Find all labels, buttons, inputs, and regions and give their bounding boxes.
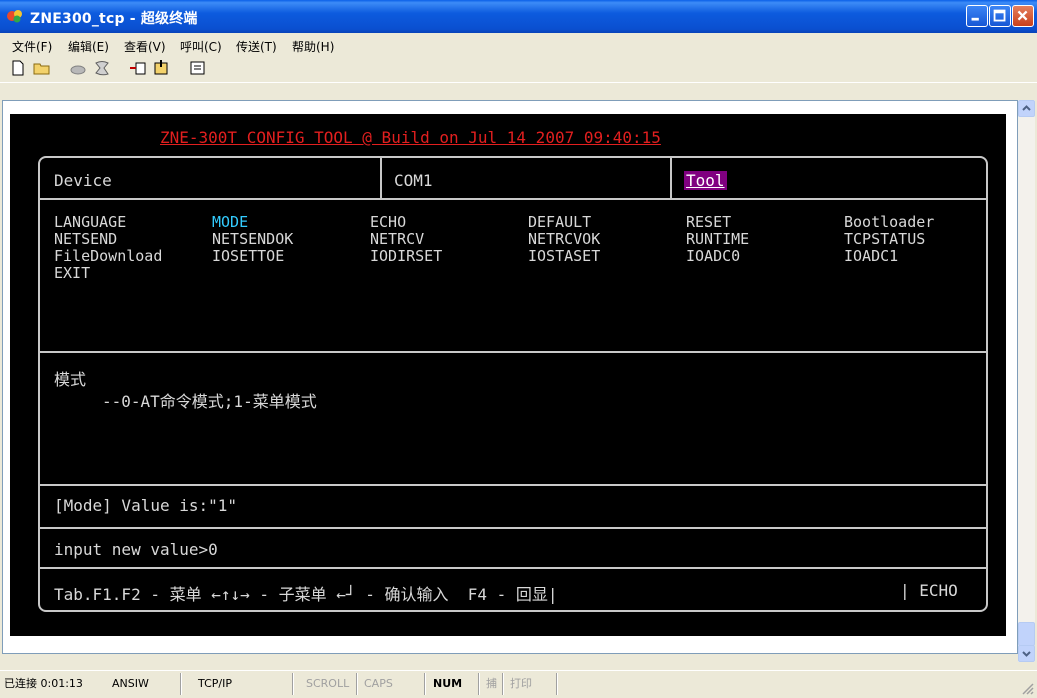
status-separator xyxy=(180,673,182,695)
disconnect-icon[interactable] xyxy=(92,58,112,78)
status-separator xyxy=(424,673,426,695)
chevron-down-icon xyxy=(1022,651,1031,657)
title-bar[interactable]: ZNE300_tcp - 超级终端 xyxy=(0,0,1037,33)
maximize-button[interactable] xyxy=(989,5,1011,27)
scroll-up-button[interactable] xyxy=(1018,100,1035,117)
scroll-lock-status: SCROLL xyxy=(306,677,350,690)
tool-item-bootloader[interactable]: Bootloader xyxy=(844,214,934,231)
tool-item-filedownload[interactable]: FileDownload xyxy=(54,248,162,265)
status-separator xyxy=(502,673,504,695)
minimize-icon xyxy=(971,17,979,21)
tool-item-netrcvok[interactable]: NETRCVOK xyxy=(528,231,600,248)
tab-device[interactable]: Device xyxy=(54,171,112,190)
menu-edit[interactable]: 编辑(E) xyxy=(68,38,109,55)
key-help-line: Tab.F1.F2 - 菜单 ←↑↓→ - 子菜单 ←┘ - 确认输入 F4 -… xyxy=(54,585,558,604)
current-value-line: [Mode] Value is:"1" xyxy=(54,496,238,515)
num-lock-status: NUM xyxy=(433,677,463,690)
status-bar: 已连接 0:01:13 ANSIW TCP/IP SCROLL CAPS NUM… xyxy=(0,670,1037,698)
print-echo-status: 打印 xyxy=(510,677,532,690)
capture-status: 捕 xyxy=(486,677,497,690)
menu-help[interactable]: 帮助(H) xyxy=(292,38,334,55)
send-icon[interactable] xyxy=(128,58,148,78)
scrollbar-thumb[interactable] xyxy=(1018,622,1035,646)
tool-item-iosettoe[interactable]: IOSETTOE xyxy=(212,248,284,265)
section-divider xyxy=(40,351,986,353)
receive-icon[interactable] xyxy=(152,58,172,78)
chevron-up-icon xyxy=(1022,105,1031,111)
tab-divider xyxy=(380,158,382,198)
tool-item-iostaset[interactable]: IOSTASET xyxy=(528,248,600,265)
resize-grip-icon[interactable] xyxy=(1020,681,1034,695)
tool-item-default[interactable]: DEFAULT xyxy=(528,214,591,231)
tool-item-reset[interactable]: RESET xyxy=(686,214,731,231)
tool-item-ioadc1[interactable]: IOADC1 xyxy=(844,248,898,265)
tool-item-tcpstatus[interactable]: TCPSTATUS xyxy=(844,231,925,248)
phone-icon[interactable] xyxy=(68,58,88,78)
menu-call[interactable]: 呼叫(C) xyxy=(180,38,222,55)
status-separator xyxy=(292,673,294,695)
status-separator xyxy=(478,673,480,695)
tool-item-netsend[interactable]: NETSEND xyxy=(54,231,117,248)
tab-com1[interactable]: COM1 xyxy=(394,171,433,190)
description-body: --0-AT命令模式;1-菜单模式 xyxy=(102,392,317,411)
tool-item-iodirset[interactable]: IODIRSET xyxy=(370,248,442,265)
close-button[interactable] xyxy=(1012,5,1034,27)
protocol-status: TCP/IP xyxy=(198,677,232,690)
maximize-icon xyxy=(993,9,1006,22)
tool-item-mode[interactable]: MODE xyxy=(212,214,248,231)
tab-row-divider xyxy=(40,198,986,200)
tab-divider xyxy=(670,158,672,198)
menu-bar: 文件(F) 编辑(E) 查看(V) 呼叫(C) 传送(T) 帮助(H) xyxy=(0,33,1037,55)
section-divider xyxy=(40,567,986,569)
hyperterminal-icon xyxy=(7,10,22,23)
section-divider xyxy=(40,484,986,486)
tool-item-echo[interactable]: ECHO xyxy=(370,214,406,231)
caps-lock-status: CAPS xyxy=(364,677,393,690)
connection-status: 已连接 0:01:13 xyxy=(4,677,83,690)
vertical-scrollbar[interactable] xyxy=(1018,100,1035,662)
toolbar xyxy=(0,55,1037,83)
close-icon xyxy=(1017,10,1028,21)
window-title: ZNE300_tcp - 超级终端 xyxy=(30,11,198,27)
config-tool-header: ZNE-300T CONFIG TOOL @ Build on Jul 14 2… xyxy=(160,128,661,147)
open-folder-icon[interactable] xyxy=(32,58,52,78)
tool-item-netsendok[interactable]: NETSENDOK xyxy=(212,231,293,248)
tool-item-runtime[interactable]: RUNTIME xyxy=(686,231,749,248)
tool-item-ioadc0[interactable]: IOADC0 xyxy=(686,248,740,265)
new-file-icon[interactable] xyxy=(8,58,28,78)
tool-item-language[interactable]: LANGUAGE xyxy=(54,214,126,231)
tool-item-netrcv[interactable]: NETRCV xyxy=(370,231,424,248)
input-prompt[interactable]: input new value>0 xyxy=(54,540,218,559)
section-divider xyxy=(40,527,986,529)
menu-view[interactable]: 查看(V) xyxy=(124,38,166,55)
status-separator xyxy=(356,673,358,695)
tool-item-exit[interactable]: EXIT xyxy=(54,265,90,282)
scroll-down-button[interactable] xyxy=(1018,645,1035,662)
echo-indicator: | ECHO xyxy=(900,581,958,600)
menu-file[interactable]: 文件(F) xyxy=(12,38,52,55)
minimize-button[interactable] xyxy=(966,5,988,27)
description-title: 模式 xyxy=(54,370,87,389)
properties-icon[interactable] xyxy=(188,58,208,78)
emulation-status: ANSIW xyxy=(112,677,149,690)
menu-transfer[interactable]: 传送(T) xyxy=(236,38,277,55)
status-separator xyxy=(556,673,558,695)
tab-tool[interactable]: Tool xyxy=(684,171,727,190)
